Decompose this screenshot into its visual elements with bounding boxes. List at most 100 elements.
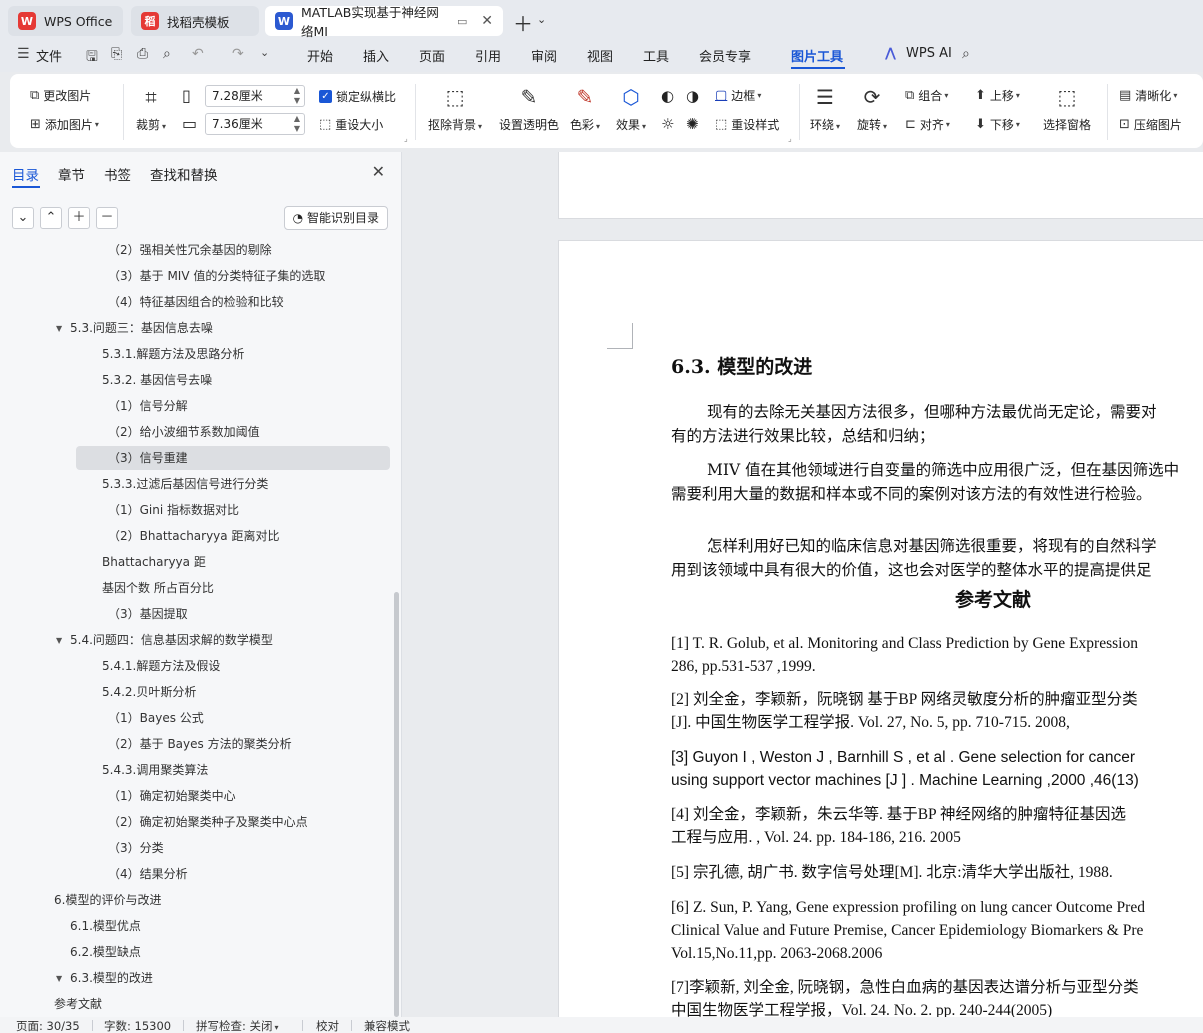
compress-picture-button[interactable]: ⊡ 压缩图片 — [1119, 116, 1182, 133]
dialog-launcher-icon[interactable]: ⌟ — [404, 134, 408, 143]
wrap-button[interactable]: ☰ 环绕 ▾ — [810, 84, 840, 133]
send-backward-button[interactable]: ⬇ 下移 ▾ — [975, 116, 1020, 133]
print-icon[interactable]: ⎙ — [137, 46, 148, 62]
tab-document[interactable]: W MATLAB实现基于神经网络MI ▭ ✕ — [265, 5, 503, 39]
reference-entry[interactable]: [1] T. R. Golub, et al. Monitoring and C… — [671, 632, 1203, 678]
menu-page[interactable]: 页面 — [419, 46, 445, 65]
new-tab-icon[interactable]: ＋ — [513, 8, 533, 37]
search-icon[interactable]: ⌕ — [962, 46, 970, 62]
toc-item[interactable]: 基因个数 所占百分比 — [102, 576, 214, 600]
tab-wps-office[interactable]: W WPS Office — [8, 6, 123, 36]
add-picture-button[interactable]: ⊞ 添加图片 ▾ — [30, 116, 99, 133]
collapse-all-icon[interactable]: ⌄ — [12, 207, 34, 229]
selection-pane-button[interactable]: ⬚ 选择窗格 — [1043, 84, 1091, 133]
menu-wps-ai-icon[interactable]: ⋀ — [885, 46, 896, 61]
export-icon[interactable]: ⎘ — [111, 46, 122, 62]
menu-picture-tools[interactable]: 图片工具 — [791, 46, 843, 65]
menu-wps-ai[interactable]: WPS AI — [906, 46, 952, 61]
tab-toc[interactable]: 目录 — [12, 164, 39, 184]
width-input[interactable]: 7.28厘米 ▲ ▼ — [205, 85, 305, 107]
toc-item[interactable]: （1）Gini 指标数据对比 — [108, 498, 239, 522]
toc-item[interactable]: 6.模型的评价与改进 — [54, 888, 161, 912]
menu-view[interactable]: 视图 — [587, 46, 613, 65]
toc-item[interactable]: 5.3.问题三：基因信息去噪 — [70, 316, 213, 340]
toc-item[interactable]: （3）基于 MIV 值的分类特征子集的选取 — [108, 264, 325, 288]
align-button[interactable]: ⊏ 对齐 ▾ — [905, 116, 950, 133]
toc-item[interactable]: 5.3.1.解题方法及思路分析 — [102, 342, 244, 366]
save-icon[interactable]: 🖫 — [86, 46, 98, 70]
reference-entry[interactable]: [5] 宗孔德, 胡广书. 数字信号处理[M]. 北京:清华大学出版社, 198… — [671, 861, 1203, 884]
toc-item[interactable]: 5.4.1.解题方法及假设 — [102, 654, 220, 678]
toc-item[interactable]: 5.3.3.过滤后基因信号进行分类 — [102, 472, 268, 496]
menu-tools[interactable]: 工具 — [643, 46, 669, 65]
height-spinner-icon[interactable]: ▲ ▼ — [294, 114, 300, 134]
tab-template[interactable]: 稻 找稻壳模板 — [131, 6, 259, 36]
toc-item[interactable]: （1）Bayes 公式 — [108, 706, 204, 730]
menu-references[interactable]: 引用 — [475, 46, 501, 65]
toc-item[interactable]: （1）确定初始聚类中心 — [108, 784, 236, 808]
effect-button[interactable]: ⬡ 效果 ▾ — [616, 84, 646, 133]
toc-item[interactable]: 5.4.3.调用聚类算法 — [102, 758, 208, 782]
toc-scrollbar[interactable] — [394, 592, 399, 1017]
toc-item[interactable]: 5.4.2.贝叶斯分析 — [102, 680, 196, 704]
page-indicator[interactable]: 页面: 30/35 — [16, 1018, 80, 1033]
menu-file[interactable]: 文件 — [36, 46, 62, 65]
expand-up-icon[interactable]: ⌃ — [40, 207, 62, 229]
crop-button[interactable]: ⌗ 裁剪 ▾ — [136, 84, 166, 133]
width-spinner-icon[interactable]: ▲ ▼ — [294, 86, 300, 106]
expand-triangle-icon[interactable]: ▼ — [56, 974, 62, 983]
toc-item[interactable]: （3）分类 — [108, 836, 164, 860]
screen-icon[interactable]: ▭ — [457, 15, 467, 28]
toc-item[interactable]: （2）强相关性冗余基因的剔除 — [108, 238, 272, 262]
toc-item[interactable]: 6.1.模型优点 — [70, 914, 141, 938]
word-count[interactable]: 字数: 15300 — [104, 1018, 171, 1033]
border-button[interactable]: ▢ 边框 ▾ — [715, 87, 761, 104]
brightness-up-icon[interactable]: ◐ — [661, 87, 674, 105]
group-button[interactable]: ⧉ 组合 ▾ — [905, 87, 948, 104]
height-input[interactable]: 7.36厘米 ▲ ▼ — [205, 113, 305, 135]
toc-item[interactable]: （3）基因提取 — [108, 602, 188, 626]
toc-item[interactable]: （2）确定初始聚类种子及聚类中心点 — [108, 810, 308, 834]
lock-ratio-checkbox[interactable]: ✓ 锁定纵横比 — [319, 88, 396, 105]
spell-check[interactable]: 拼写检查: 关闭 ▾ — [196, 1018, 279, 1033]
menu-review[interactable]: 审阅 — [531, 46, 557, 65]
toc-item[interactable]: （2）基于 Bayes 方法的聚类分析 — [108, 732, 292, 756]
print-preview-icon[interactable]: ⌕ — [163, 46, 171, 62]
toc-item[interactable]: 6.2.模型缺点 — [70, 940, 141, 964]
paragraph[interactable]: MIV 值在其他领域进行自变量的筛选中应用很广泛，但在基因筛选中 需要利用大量的… — [671, 458, 1203, 506]
toc-item[interactable]: （2）Bhattacharyya 距离对比 — [108, 524, 279, 548]
compat-mode[interactable]: 兼容模式 — [364, 1018, 410, 1033]
more-chevron-icon[interactable]: ⌄ — [260, 46, 269, 59]
color-button[interactable]: ✎ 色彩 ▾ — [570, 84, 600, 133]
menu-home[interactable]: 开始 — [307, 46, 333, 65]
rotate-button[interactable]: ⟳ 旋转 ▾ — [857, 84, 887, 133]
reference-entry[interactable]: [7]李颖新, 刘全金, 阮晓钢，急性白血病的基因表达谱分析与亚型分类 中国生物… — [671, 976, 1203, 1017]
tab-bookmarks[interactable]: 书签 — [104, 164, 131, 184]
bring-forward-button[interactable]: ⬆ 上移 ▾ — [975, 87, 1020, 104]
set-transparent-button[interactable]: ✎ 设置透明色 — [499, 84, 559, 133]
toc-item[interactable]: 5.4.问题四：信息基因求解的数学模型 — [70, 628, 273, 652]
toc-item[interactable]: （3）信号重建 — [76, 446, 390, 470]
close-panel-icon[interactable]: ✕ — [372, 162, 385, 181]
toc-item[interactable]: Bhattacharyya 距 — [102, 550, 206, 574]
hamburger-icon[interactable]: ☰ — [17, 46, 30, 62]
toc-item[interactable]: （4）特征基因组合的检验和比较 — [108, 290, 284, 314]
tab-list-chevron-icon[interactable]: ⌄ — [537, 13, 546, 26]
remove-heading-icon[interactable]: － — [96, 207, 118, 229]
close-tab-icon[interactable]: ✕ — [481, 13, 493, 29]
toc-item[interactable]: （2）给小波细节系数加阈值 — [108, 420, 260, 444]
reference-entry[interactable]: [6] Z. Sun, P. Yang, Gene expression pro… — [671, 896, 1203, 965]
tab-find-replace[interactable]: 查找和替换 — [150, 164, 218, 184]
remove-background-button[interactable]: ⬚ 抠除背景 ▾ — [428, 84, 482, 133]
change-picture-button[interactable]: ⧉ 更改图片 — [30, 87, 91, 104]
tab-chapters[interactable]: 章节 — [58, 164, 85, 184]
toc-item[interactable]: 参考文献 — [54, 992, 102, 1016]
toc-item[interactable]: （1）信号分解 — [108, 394, 188, 418]
toc-item[interactable]: 6.3.模型的改进 — [70, 966, 153, 990]
references-heading[interactable]: 参考文献 — [955, 585, 1031, 612]
proofread[interactable]: 校对 — [316, 1018, 339, 1033]
contrast-down-icon[interactable]: ✺ — [686, 115, 699, 133]
redo-icon[interactable]: ↷ — [232, 46, 244, 62]
sharpen-button[interactable]: ▤ 清晰化 ▾ — [1119, 87, 1177, 104]
toc-item[interactable]: 5.3.2. 基因信号去噪 — [102, 368, 212, 392]
